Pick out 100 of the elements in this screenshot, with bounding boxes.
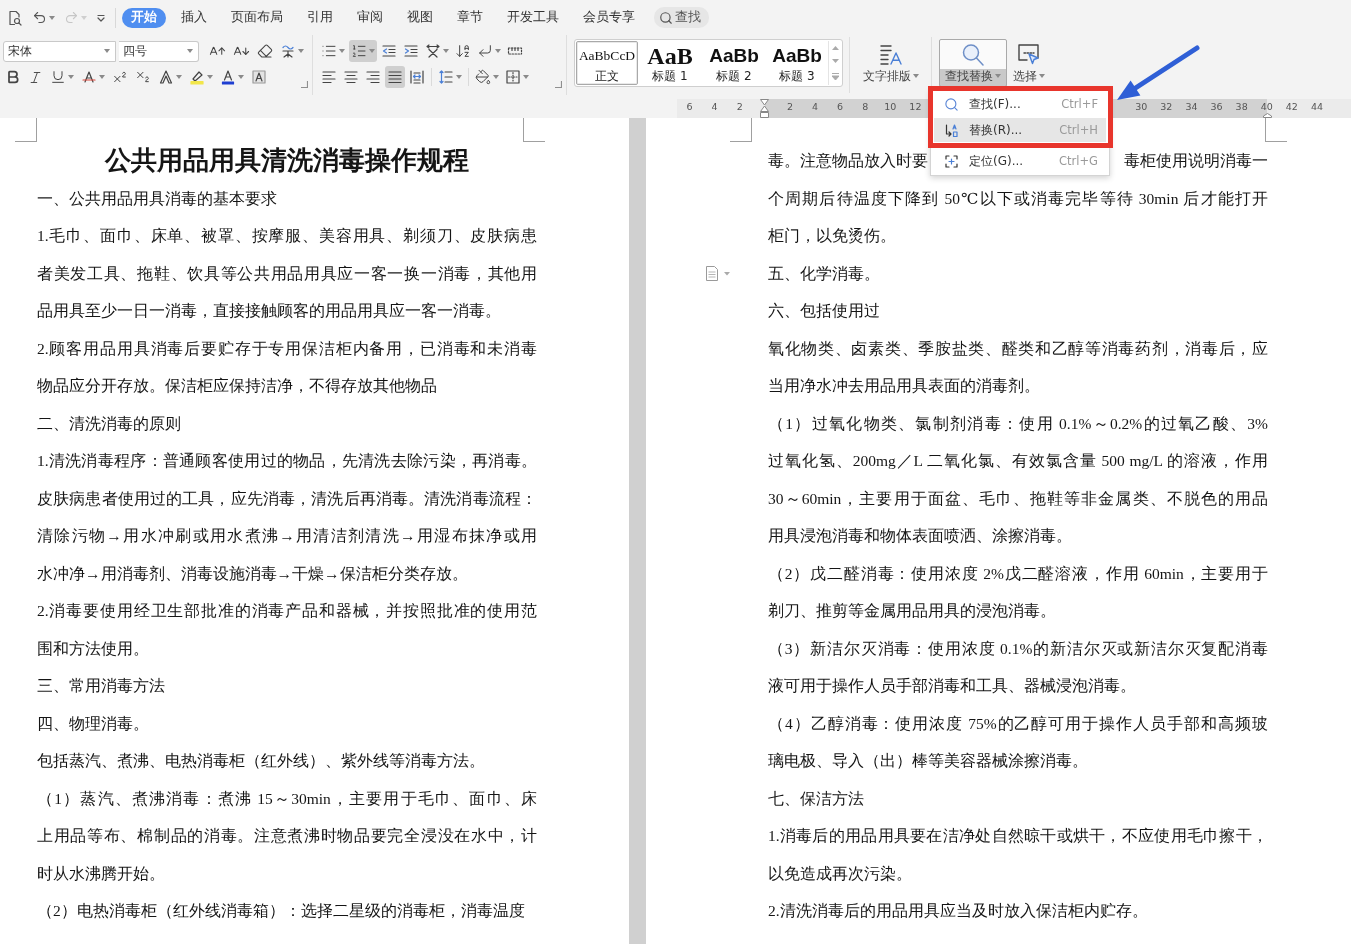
return-arrow-icon: [477, 43, 493, 59]
tab[interactable]: 开发工具: [498, 7, 568, 28]
paragraph: （4）乙醇消毒：使用浓度 75%的乙醇可用于操作人员手部和高频玻 璃电极、导入（出）棒等美容器械涂擦消毒。: [768, 713, 1268, 771]
phonetic-guide-icon: [280, 43, 296, 59]
ruler-number: 4: [812, 102, 819, 112]
asian-layout-icon: [425, 43, 441, 59]
find-replace-button[interactable]: 查找替换: [939, 39, 1007, 87]
ruler-number: 2: [786, 102, 793, 112]
crosshair-icon: [944, 153, 959, 169]
caret-icon: [99, 75, 105, 79]
align-left-icon: [321, 69, 337, 85]
paragraph: 七、保洁方法: [768, 788, 864, 809]
ruler-number: 30: [1135, 102, 1148, 112]
caret-icon: [523, 75, 529, 79]
search-icon: [960, 42, 986, 68]
sort-icon: [455, 43, 471, 59]
dialog-launcher-icon[interactable]: [555, 81, 562, 88]
customize-icon: [96, 12, 106, 23]
ruler-number: 12: [909, 102, 922, 112]
shaded-letter-icon: [251, 69, 267, 85]
ruler-number: 44: [1310, 102, 1323, 112]
justify-button[interactable]: [385, 66, 405, 88]
caret-icon: [187, 49, 193, 53]
paragraph: 2.清洗消毒后的用品用具应当及时放入保洁柜内贮存。: [768, 901, 1148, 921]
caret-icon: [49, 15, 55, 20]
caret-icon: [238, 75, 244, 79]
margin-corner-mark: [730, 118, 752, 142]
document-dropdown-icon[interactable]: [705, 266, 731, 281]
dialog-launcher-icon[interactable]: [301, 81, 308, 88]
keyboard-shortcut: Ctrl+G: [1059, 154, 1098, 168]
tab[interactable]: 章节: [448, 7, 492, 28]
paragraph: 二、清洗消毒的原则: [37, 413, 181, 434]
justify-icon: [387, 69, 403, 85]
ruler-number: 42: [1285, 102, 1298, 112]
ruler-number: 8: [862, 102, 869, 112]
tab[interactable]: 视图: [398, 7, 442, 28]
search-icon: [659, 10, 673, 25]
paragraph: 1.清洗消毒程序：普通顾客使用过的物品，先清洗去除污染，再消毒。 皮肤病患者使用过的工具，应先消毒，清洗后再消毒。清洗消毒流程： 清除污物→用水冲刷或用水煮沸→用清洁剂清洗→用湿布抹净或用 水冲净→用消毒剂、消毒设施消毒→干燥→保洁柜分类存放。: [37, 451, 537, 584]
ruler-number: 4: [711, 102, 718, 112]
font-size-field[interactable]: 四号: [119, 40, 199, 62]
outlined-letter-icon: [158, 69, 174, 85]
ruler-number: 38: [1235, 102, 1248, 112]
paragraph: 一、公共用品用具消毒的基本要求: [37, 188, 277, 209]
keyboard-shortcut: Ctrl+F: [1061, 97, 1098, 111]
menu-item[interactable]: 查找(F)... Ctrl+F: [934, 92, 1106, 116]
numbered-list-button[interactable]: [349, 40, 377, 62]
paragraph: 五、化学消毒。: [768, 263, 880, 284]
ruler-number: 2: [736, 102, 743, 112]
caret-icon: [298, 49, 304, 53]
line-spacing-icon: [438, 69, 454, 85]
tab[interactable]: 页面布局: [222, 7, 292, 28]
ruler-number: 32: [1160, 102, 1173, 112]
paragraph: 三、常用消毒方法: [37, 676, 165, 696]
margin-corner-mark: [523, 118, 545, 142]
superscript-icon: [112, 69, 128, 85]
tab[interactable]: 会员专享: [574, 7, 644, 28]
align-right-icon: [365, 69, 381, 85]
eraser-icon: [257, 43, 273, 59]
style-preset[interactable]: AaBbCcD 正文: [576, 41, 638, 85]
menu-item[interactable]: 定位(G)... Ctrl+G: [934, 149, 1106, 173]
paragraph: 1.消毒后的用品用具要在洁净处自然晾干或烘干，不应使用毛巾擦干， 以免造成再次污染。: [768, 826, 1268, 884]
select-button[interactable]: 选择: [1007, 39, 1051, 87]
paragraph: （1）过氧化物类、氯制剂消毒：使用 0.1%～0.2%的过氧乙酸、3% 过氧化氢、200mg／L 二氧化氯、有效氯含量 500 mg/L 的溶液，作用 30～60min，主要用于面盆、毛巾、拖鞋等非金属类、不脱色的用品 用具浸泡消毒和物体表面喷洒、涂擦消毒。: [768, 413, 1268, 546]
font-name-field[interactable]: 宋体: [3, 40, 116, 62]
caret-icon: [207, 75, 213, 79]
search-icon: [944, 96, 959, 112]
caret-icon: [1039, 74, 1045, 78]
indent-marker-icon[interactable]: [760, 99, 770, 118]
paragraph: 氧化物类、卤素类、季胺盐类、醛类和乙醇等消毒药剂，消毒后，应 当用净水冲去用品用具表面的消毒剂。: [768, 338, 1268, 396]
paint-bucket-icon: [475, 69, 491, 85]
text-fragment: 毒柜使用说明消毒一: [1124, 151, 1268, 171]
borders-icon: [505, 69, 521, 85]
bold-icon: [5, 69, 21, 85]
search-button[interactable]: 查找: [654, 7, 709, 28]
paragraph: 2.消毒要使用经卫生部批准的消毒产品和器械，并按照批准的使用范 围和方法使用。: [37, 601, 537, 659]
tab[interactable]: 审阅: [348, 7, 392, 28]
caret-icon: [995, 74, 1001, 78]
caret-icon: [369, 49, 375, 53]
strikethrough-icon: [81, 69, 97, 85]
replace-icon: [944, 122, 959, 138]
text-layout-button[interactable]: 文字排版: [857, 39, 925, 87]
menu-item[interactable]: 替换(R)... Ctrl+H: [934, 118, 1106, 142]
document-title: 公共用品用具清洗消毒操作规程: [103, 145, 470, 177]
caret-icon: [176, 75, 182, 79]
text-layout-icon: [878, 42, 904, 68]
ruler-number: 6: [686, 102, 693, 112]
caret-icon: [495, 49, 501, 53]
paragraph: 2.顾客用品用具消毒后要贮存于专用保洁柜内备用，已消毒和未消毒 物品应分开存放。保洁柜应保持洁净，不得存放其他物品: [37, 338, 537, 396]
paragraph: 六、包括使用过: [768, 301, 880, 321]
paragraph: （1）蒸汽、煮沸消毒：煮沸 15～30min，主要用于毛巾、面巾、床 上用品等布、棉制品的消毒。注意煮沸时物品要完全浸没在水中，计 时从水沸腾开始。: [37, 788, 537, 884]
font-color-icon: [220, 69, 236, 85]
margin-corner-mark: [1265, 118, 1287, 142]
tab[interactable]: 引用: [298, 7, 342, 28]
tab[interactable]: 插入: [172, 7, 216, 28]
underline-icon: [50, 69, 66, 85]
paragraph: （2）电热消毒柜（红外线消毒箱）：选择二星级的消毒柜，消毒温度: [37, 901, 525, 921]
redo-icon: [64, 10, 79, 25]
increase-indent-icon: [403, 43, 419, 59]
paragraph: （2）戊二醛消毒：使用浓度 2%戊二醛溶液，作用 60min，主要用于 剃刀、推剪等金属用品用具的浸泡消毒。: [768, 563, 1268, 621]
caret-icon: [81, 15, 87, 20]
